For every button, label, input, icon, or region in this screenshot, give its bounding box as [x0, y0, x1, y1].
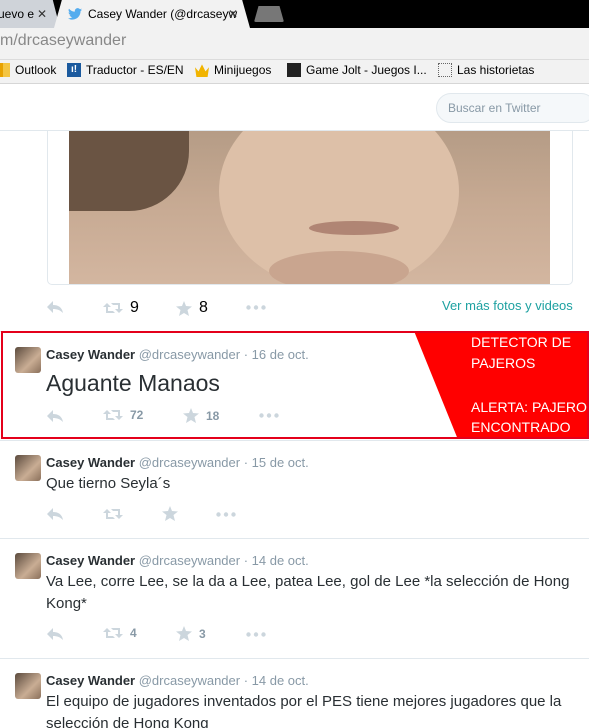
- tweet-date[interactable]: · 15 de oct.: [244, 455, 309, 470]
- bookmark-label: Outlook: [15, 63, 57, 77]
- tab-title: Casey Wander (@drcaseyw: [88, 7, 238, 21]
- tweet-photo[interactable]: [69, 131, 550, 284]
- tweet-date[interactable]: · 14 de oct.: [244, 553, 309, 568]
- overlay-line: ALERTA: PAJERO: [471, 399, 587, 415]
- tweet-text: El equipo de jugadores inventados por el…: [46, 693, 562, 728]
- retweet-icon: [103, 303, 123, 313]
- avatar[interactable]: [15, 455, 41, 481]
- avatar[interactable]: [15, 673, 41, 699]
- tweet-header: Casey Wander @drcaseywander · 14 de oct.: [46, 553, 309, 568]
- more-button[interactable]: [246, 305, 266, 310]
- reply-icon: [47, 508, 63, 520]
- divider: [0, 658, 589, 659]
- favorite-count: 3: [199, 626, 206, 641]
- retweet-icon: [103, 628, 123, 638]
- gamejolt-icon: [287, 63, 301, 77]
- url-host: drcaseywander: [17, 32, 127, 49]
- retweet-button[interactable]: 9: [103, 299, 139, 317]
- favorite-button[interactable]: 8: [176, 299, 208, 317]
- twitter-header: Buscar en Twitter: [0, 85, 589, 131]
- twitter-bird-icon: [68, 8, 82, 20]
- url-text[interactable]: m/drcaseywander: [0, 32, 126, 50]
- tweet-text: Que tierno Seyla´s: [46, 475, 171, 492]
- reply-button[interactable]: [46, 627, 64, 641]
- more-dots-icon: [216, 512, 236, 517]
- divider: [0, 440, 589, 441]
- bookmark-translator[interactable]: ı! Traductor - ES/EN: [67, 63, 184, 77]
- retweet-count: 4: [130, 626, 137, 640]
- bookmark-outlook[interactable]: Outlook: [0, 63, 56, 77]
- more-dots-icon: [246, 305, 266, 310]
- tweet-header: Casey Wander @drcaseywander · 15 de oct.: [46, 455, 309, 470]
- browser-tab-strip: uevo e ✕ Casey Wander (@drcaseyw ✕: [0, 0, 589, 28]
- retweet-button[interactable]: [103, 507, 123, 521]
- browser-tab-previous[interactable]: uevo e ✕: [0, 0, 60, 28]
- star-icon: [176, 626, 192, 641]
- divider: [0, 538, 589, 539]
- translator-icon: ı!: [67, 63, 81, 77]
- reply-button[interactable]: [46, 300, 64, 314]
- more-button[interactable]: [216, 512, 236, 517]
- tweet-date[interactable]: · 14 de oct.: [244, 673, 309, 688]
- bookmark-gamejolt[interactable]: Game Jolt - Juegos I...: [287, 63, 427, 77]
- bookmark-label: Game Jolt - Juegos I...: [306, 63, 427, 77]
- author-handle[interactable]: @drcaseywander: [139, 455, 240, 470]
- author-handle[interactable]: @drcaseywander: [139, 553, 240, 568]
- author-name[interactable]: Casey Wander: [46, 455, 135, 470]
- more-button[interactable]: [246, 632, 266, 637]
- author-name[interactable]: Casey Wander: [46, 553, 135, 568]
- retweet-icon: [103, 509, 123, 519]
- bookmark-label: Minijuegos: [214, 63, 272, 77]
- new-tab-button[interactable]: [254, 6, 284, 22]
- star-icon: [162, 506, 178, 521]
- author-name[interactable]: Casey Wander: [46, 673, 135, 688]
- tweet-text: Va Lee, corre Lee, se la da a Lee, patea…: [46, 573, 570, 612]
- tab-title: uevo e: [0, 7, 35, 21]
- favorite-button[interactable]: [162, 506, 178, 521]
- favorite-count: 8: [199, 299, 208, 316]
- bookmark-minijuegos[interactable]: Minijuegos: [195, 63, 271, 77]
- reply-icon: [47, 628, 63, 640]
- overlay-line: ENCONTRADO: [471, 419, 571, 435]
- star-icon: [176, 300, 192, 316]
- view-more-photos-link[interactable]: Ver más fotos y videos: [442, 298, 573, 313]
- reply-icon: [47, 301, 63, 313]
- tab-close-icon[interactable]: ✕: [37, 7, 47, 21]
- bookmark-historietas[interactable]: Las historietas: [438, 63, 534, 77]
- retweet-count: 9: [130, 299, 139, 316]
- crown-icon: [195, 64, 209, 77]
- browser-tab-active[interactable]: Casey Wander (@drcaseyw ✕: [54, 0, 250, 28]
- search-input[interactable]: Buscar en Twitter: [436, 93, 589, 123]
- outlook-icon: [0, 63, 10, 77]
- address-bar[interactable]: m/drcaseywander: [0, 28, 589, 60]
- page-icon: [438, 63, 452, 77]
- more-dots-icon: [246, 632, 266, 637]
- tweet-header: Casey Wander @drcaseywander · 14 de oct.: [46, 673, 309, 688]
- bookmarks-bar: Outlook ı! Traductor - ES/EN Minijuegos …: [0, 60, 589, 84]
- overlay-line: PAJEROS: [471, 355, 536, 371]
- author-handle[interactable]: @drcaseywander: [139, 673, 240, 688]
- avatar[interactable]: [15, 553, 41, 579]
- favorite-button[interactable]: 3: [176, 626, 206, 641]
- reply-button[interactable]: [46, 507, 64, 521]
- overlay-line: DETECTOR DE: [471, 334, 572, 350]
- bookmark-label: Las historietas: [457, 63, 535, 77]
- bookmark-label: Traductor - ES/EN: [86, 63, 184, 77]
- retweet-button[interactable]: 4: [103, 626, 137, 640]
- tab-close-icon[interactable]: ✕: [228, 7, 238, 21]
- url-prefix: m/: [0, 32, 18, 49]
